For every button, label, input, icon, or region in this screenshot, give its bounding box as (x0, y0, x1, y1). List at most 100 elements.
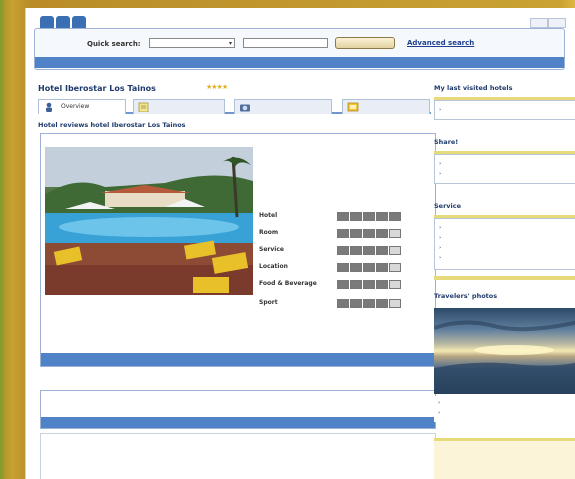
ads-title (434, 441, 575, 452)
search-button[interactable] (335, 37, 395, 49)
rating-bar (337, 263, 403, 272)
rating-segment (337, 212, 349, 221)
stat-row (259, 162, 429, 170)
divider (434, 97, 575, 100)
rating-label: Food & Beverage (259, 280, 317, 287)
top-tab[interactable] (40, 16, 54, 28)
camera-icon (240, 104, 250, 112)
traveler-photo[interactable] (433, 308, 575, 394)
ads-box (434, 438, 575, 479)
rating-bar (337, 229, 403, 238)
rating-segment (350, 246, 362, 255)
breadcrumb (35, 57, 564, 68)
rating-segment (376, 299, 388, 308)
rating-segment (350, 263, 362, 272)
tab-label: Overview (61, 103, 90, 110)
rating-segment (363, 212, 375, 221)
ads-link[interactable] (434, 452, 575, 461)
hotel-tabs: Overview (38, 96, 431, 114)
photos-link[interactable] (434, 398, 575, 408)
top-tab[interactable] (72, 16, 86, 28)
page: Quick search: ▾ Advanced search Hotel Ib… (25, 8, 575, 479)
service-title: Service (434, 202, 462, 210)
quick-search-label: Quick search: (87, 40, 141, 48)
service-box (434, 215, 575, 270)
photos-links (434, 396, 575, 422)
advanced-search-link[interactable]: Advanced search (407, 39, 474, 47)
divider (434, 276, 575, 280)
top-link[interactable] (548, 18, 566, 28)
photos-link[interactable] (434, 408, 575, 418)
rating-row-location: Location (259, 262, 429, 276)
person-icon (46, 102, 52, 112)
service-link[interactable] (435, 243, 575, 253)
rating-segment (350, 212, 362, 221)
rating-segment (363, 263, 375, 272)
divider (434, 215, 575, 218)
star-rating: ★★★★ (206, 83, 228, 91)
search-input[interactable] (243, 38, 328, 48)
rating-segment (389, 263, 401, 272)
rating-segment (389, 280, 401, 289)
quick-search-box: Quick search: ▾ Advanced search (34, 28, 565, 70)
rating-segment (337, 246, 349, 255)
rating-label: Location (259, 263, 288, 270)
rating-label: Service (259, 246, 284, 253)
tab-holiday-pictures[interactable] (234, 99, 332, 114)
service-link[interactable] (435, 233, 575, 243)
service-link[interactable] (435, 223, 575, 233)
rating-row-sport: Sport (259, 298, 429, 312)
top-link[interactable] (530, 18, 548, 28)
rating-bar (337, 299, 403, 308)
tab-travel-offers[interactable] (342, 99, 430, 114)
rating-row-food: Food & Beverage (259, 279, 429, 293)
stat-row (259, 146, 429, 154)
rating-segment (389, 212, 401, 221)
rating-row-hotel: Hotel (259, 211, 429, 225)
stat-row (259, 178, 429, 186)
last-visited-title: My last visited hotels (434, 84, 513, 92)
tab-overview[interactable]: Overview (38, 99, 126, 114)
rating-segment (337, 299, 349, 308)
top-links (530, 18, 566, 28)
rating-segment (337, 229, 349, 238)
all-reviews-link[interactable] (41, 353, 435, 366)
divider (434, 151, 575, 154)
notepad-icon (138, 102, 149, 112)
share-link[interactable] (435, 159, 575, 169)
rating-segment (389, 299, 401, 308)
rating-segment (376, 280, 388, 289)
rating-segment (389, 246, 401, 255)
search-type-select[interactable]: ▾ (149, 38, 235, 48)
rating-bar (337, 212, 403, 221)
page-title: Hotel Iberostar Los Tainos (38, 84, 156, 93)
rating-segment (350, 280, 362, 289)
offer-icon (347, 102, 359, 112)
ads-link[interactable] (434, 470, 575, 479)
rating-segment (337, 280, 349, 289)
top-nav-tabs (40, 16, 86, 28)
last-visited-box (434, 97, 575, 120)
top-tab[interactable] (56, 16, 70, 28)
rating-segment (350, 299, 362, 308)
sunset-image (433, 320, 575, 394)
share-link[interactable] (435, 169, 575, 179)
rating-segment (363, 280, 375, 289)
rating-segment (376, 263, 388, 272)
rating-row-room: Room (259, 228, 429, 242)
rating-segment (350, 229, 362, 238)
last-visited-link[interactable] (435, 105, 575, 115)
rating-segment (389, 229, 401, 238)
description-link[interactable] (41, 417, 435, 428)
rating-segment (363, 299, 375, 308)
ads-link[interactable] (434, 461, 575, 470)
reviews-section-title: Hotel reviews hotel Iberostar Los Tainos (38, 121, 186, 129)
rating-segment (337, 263, 349, 272)
rating-label: Room (259, 229, 279, 236)
share-box (434, 151, 575, 184)
hotel-photo[interactable] (45, 147, 253, 295)
hotel-stats (259, 146, 429, 186)
tab-hotel-reviews[interactable] (133, 99, 225, 114)
stat-row (259, 170, 429, 178)
service-link[interactable] (435, 253, 575, 263)
